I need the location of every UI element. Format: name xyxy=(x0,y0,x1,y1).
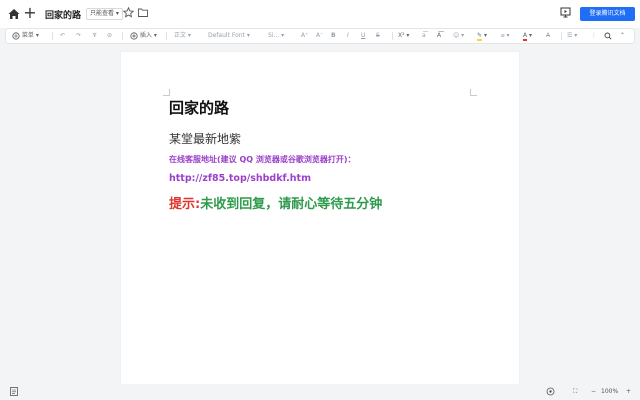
support-url-text: http://zf85.top/shbdkf.htm xyxy=(169,173,311,184)
star-icon[interactable] xyxy=(123,7,134,18)
link-icon[interactable]: ⌀ ▾ xyxy=(501,29,510,43)
emoji-icon[interactable]: ☺ ▾ xyxy=(453,29,464,43)
plus-icon[interactable]: + xyxy=(23,5,36,21)
tip-label: 提示: xyxy=(169,197,201,212)
menu-icon xyxy=(12,31,20,40)
font-size-dropdown[interactable]: Si... ▾ xyxy=(268,29,284,43)
tip-text: 未收到回复，请耐心等待五分钟 xyxy=(200,197,383,212)
undo-icon[interactable]: ↶ xyxy=(60,29,65,43)
redo-icon[interactable]: ↷ xyxy=(76,29,81,43)
outline-icon[interactable] xyxy=(10,387,18,400)
list-icon[interactable]: ☰ ▾ xyxy=(567,29,577,43)
tip-line: 提示:未收到回复，请耐心等待五分钟 xyxy=(169,193,382,212)
insert-plus-icon xyxy=(130,31,138,40)
paragraph-style-label: 正文 xyxy=(174,32,187,39)
collapse-chevron-icon[interactable]: ⌃ xyxy=(620,29,625,43)
zoom-level: 100% xyxy=(601,388,619,395)
top-bar: + 回家的路 只能查看 ▾ 登录腾讯文档 xyxy=(0,0,640,28)
strikethrough-icon[interactable]: S xyxy=(376,29,380,43)
format-toolbar: 菜单 ▾ ↶ ↷ ♆ ⊘ 插入 ▾ 正文 ▾ Default Font ▾ Si… xyxy=(5,28,635,44)
font-color-icon[interactable]: A ▾ xyxy=(523,29,532,43)
status-bar: ⛶ − 100% + xyxy=(0,384,640,400)
more-icon[interactable]: ⋮ xyxy=(591,29,597,43)
document-title: 回家的路 xyxy=(45,11,82,21)
fullscreen-icon[interactable]: ⛶ xyxy=(573,387,577,397)
increase-font-icon[interactable]: A⁺ xyxy=(301,29,308,43)
font-family-label: Default Font xyxy=(208,32,245,39)
support-address-text: 在线客服地址(建议 QQ 浏览器或谷歌浏览器打开)： xyxy=(169,155,356,164)
document-subheading: 某堂最新地紫 xyxy=(169,132,242,146)
zoom-out-button[interactable]: − xyxy=(591,387,596,397)
menu-label: 菜单 xyxy=(21,32,34,39)
format-painter-icon[interactable]: ♆ xyxy=(92,29,97,43)
superscript-icon[interactable]: X² ▾ xyxy=(398,29,409,43)
document-page: 回家的路 某堂最新地紫 在线客服地址(建议 QQ 浏览器或谷歌浏览器打开)： h… xyxy=(121,52,519,386)
decrease-font-icon[interactable]: A⁻ xyxy=(316,29,323,43)
highlight-icon[interactable]: ✎ ▾ xyxy=(477,29,487,43)
folder-icon[interactable] xyxy=(138,8,148,17)
search-icon[interactable] xyxy=(604,29,612,43)
bold-icon[interactable]: B xyxy=(331,29,336,43)
font-size-label: Si... xyxy=(268,32,280,39)
clear-style-icon[interactable]: A̶ xyxy=(546,29,550,43)
italic-icon[interactable]: I xyxy=(347,29,349,43)
locate-icon[interactable] xyxy=(546,387,555,400)
menu-button[interactable]: 菜单 ▾ xyxy=(12,29,39,43)
spacing-icon[interactable]: A͞ xyxy=(437,29,441,43)
view-mode-label: 只能查看 xyxy=(90,10,115,17)
paragraph-style-dropdown[interactable]: 正文 ▾ xyxy=(174,29,191,43)
underline-icon[interactable]: U xyxy=(361,29,365,43)
document-heading: 回家的路 xyxy=(169,99,230,117)
home-icon[interactable] xyxy=(7,7,21,21)
page-corner-marker xyxy=(470,89,477,96)
text-effect-icon[interactable]: a͞ xyxy=(422,29,426,43)
font-family-dropdown[interactable]: Default Font ▾ xyxy=(208,29,250,43)
present-icon[interactable] xyxy=(560,7,571,18)
insert-label: 插入 xyxy=(139,32,152,39)
clear-format-icon[interactable]: ⊘ xyxy=(107,29,112,43)
login-button[interactable]: 登录腾讯文档 xyxy=(580,7,635,21)
insert-button[interactable]: 插入 ▾ xyxy=(130,29,157,43)
page-corner-marker xyxy=(163,89,170,96)
zoom-in-button[interactable]: + xyxy=(626,387,631,397)
view-mode-dropdown[interactable]: 只能查看 ▾ xyxy=(86,8,123,20)
